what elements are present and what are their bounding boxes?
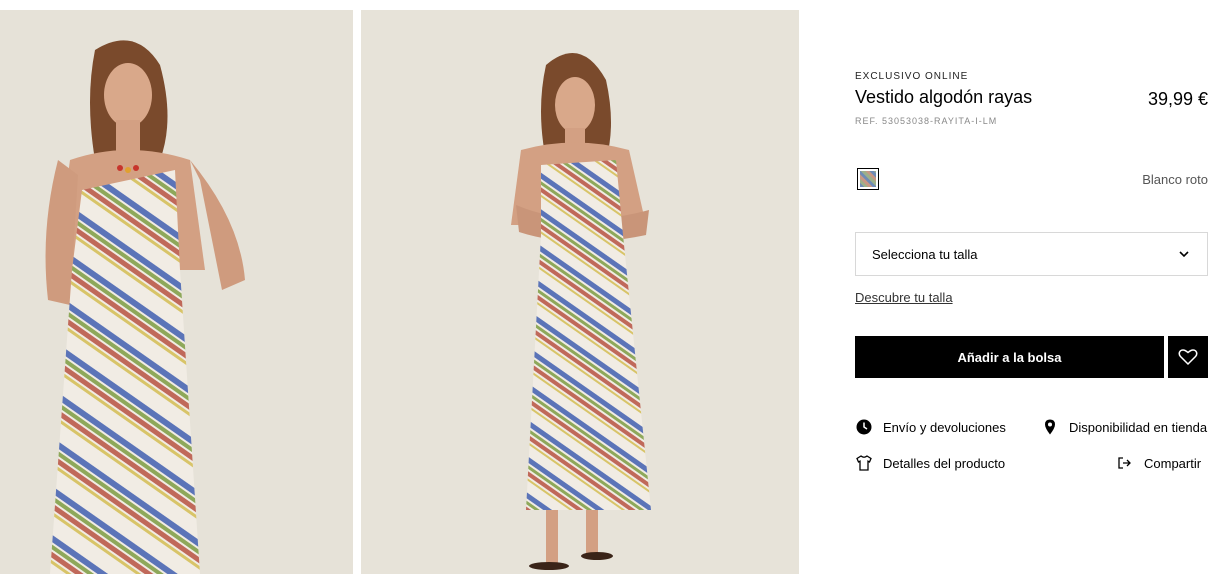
product-price: 39,99 € <box>1147 89 1208 109</box>
shipping-returns-link[interactable]: Envío y devoluciones <box>855 418 1006 436</box>
location-pin-icon <box>1041 418 1059 436</box>
color-swatch-fill <box>860 171 876 187</box>
product-info-panel: EXCLUSIVO ONLINE Vestido algodón rayas 3… <box>855 0 1208 574</box>
product-title: Vestido algodón rayas <box>855 87 1033 107</box>
model-illustration <box>361 10 799 574</box>
product-photo-full[interactable] <box>361 10 799 574</box>
product-reference: REF. 53053038-RAYITA-I-LM <box>855 116 998 126</box>
clock-icon <box>855 418 873 436</box>
size-select-label: Selecciona tu talla <box>872 247 978 262</box>
store-availability-link[interactable]: Disponibilidad en tienda <box>1041 418 1207 436</box>
product-details-link[interactable]: Detalles del producto <box>855 454 1005 472</box>
share-link[interactable]: Compartir <box>1116 454 1201 472</box>
share-icon <box>1116 454 1134 472</box>
size-guide-link[interactable]: Descubre tu talla <box>855 290 953 305</box>
add-to-bag-button[interactable]: Añadir a la bolsa <box>855 336 1164 378</box>
product-details-label: Detalles del producto <box>883 455 1006 471</box>
store-availability-label: Disponibilidad en tienda <box>1069 419 1208 435</box>
online-exclusive-badge: EXCLUSIVO ONLINE <box>855 71 969 82</box>
color-swatch[interactable] <box>857 168 879 190</box>
model-illustration <box>0 10 353 574</box>
product-photo-front[interactable] <box>0 10 353 574</box>
shipping-returns-label: Envío y devoluciones <box>883 419 1006 435</box>
share-label: Compartir <box>1144 455 1202 471</box>
favorite-button[interactable] <box>1168 336 1208 378</box>
tshirt-icon <box>855 454 873 472</box>
heart-icon <box>1168 348 1208 366</box>
color-name: Blanco roto <box>1142 172 1208 187</box>
size-select[interactable]: Selecciona tu talla <box>855 232 1208 276</box>
chevron-down-icon <box>1177 247 1191 261</box>
